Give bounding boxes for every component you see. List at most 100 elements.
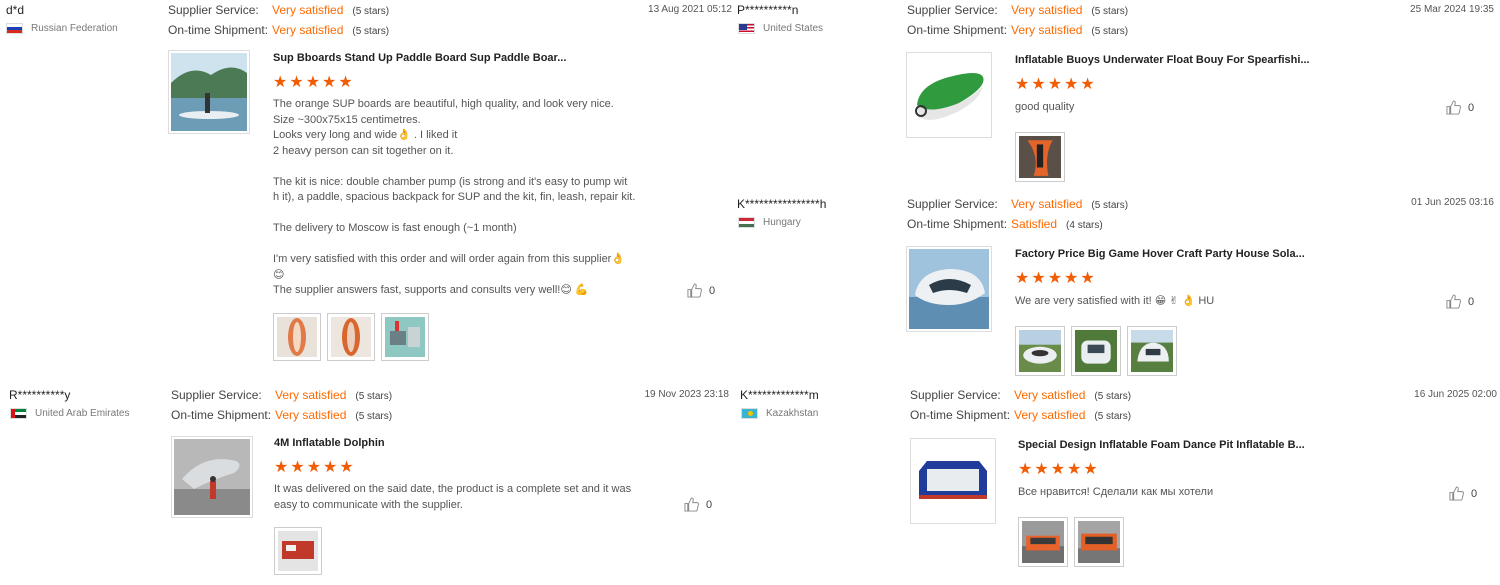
- product-image[interactable]: [906, 52, 992, 138]
- buoy-photo-icon: [909, 55, 989, 135]
- review-date: 16 Jun 2025 02:00: [1414, 389, 1497, 400]
- review-date: 25 Mar 2024 19:35: [1410, 4, 1494, 15]
- supplier-service-stars: (5 stars): [352, 6, 390, 17]
- hungary-flag-icon: [738, 217, 755, 228]
- product-title-link[interactable]: Inflatable Buoys Underwater Float Bouy F…: [1015, 54, 1310, 66]
- review-photo-thumb[interactable]: [1074, 517, 1124, 567]
- thumbs-up-icon: [1446, 100, 1461, 115]
- review-photos: [1015, 326, 1177, 376]
- like-button[interactable]: 0: [1446, 294, 1474, 309]
- supplier-service-value: Very satisfied: [1014, 388, 1086, 402]
- review-text: It was delivered on the said date, the p…: [274, 483, 632, 511]
- star-icon: ★: [339, 459, 354, 476]
- rating-stars: ★ ★ ★ ★ ★: [1018, 462, 1098, 478]
- supplier-service-stars: (5 stars): [1091, 6, 1129, 17]
- buyer-name: P**********n: [737, 3, 799, 17]
- product-image[interactable]: [171, 436, 253, 518]
- rating-stars: ★ ★ ★ ★ ★: [274, 460, 354, 476]
- thumbs-up-icon: [687, 283, 702, 298]
- review-date: 13 Aug 2021 05:12: [648, 4, 732, 15]
- review-photo-thumb[interactable]: [273, 313, 321, 361]
- ontime-shipment-value: Very satisfied: [1014, 408, 1086, 422]
- buyer-country: Kazakhstan: [741, 408, 818, 419]
- ontime-shipment-rating: On-time Shipment: Very satisfied (5 star…: [907, 23, 1128, 37]
- country-name: United States: [763, 23, 824, 34]
- buyer-name: K*************m: [740, 388, 819, 402]
- hovercraft-photo-icon: [1075, 330, 1117, 372]
- like-button[interactable]: 0: [684, 497, 712, 512]
- star-icon: ★: [1031, 270, 1046, 287]
- like-button[interactable]: 0: [687, 283, 715, 298]
- like-button[interactable]: 0: [1449, 486, 1477, 501]
- like-count: 0: [1468, 295, 1475, 308]
- review-text: The orange SUP boards are beautiful, hig…: [273, 98, 636, 296]
- product-image[interactable]: [168, 50, 250, 134]
- star-icon: ★: [289, 74, 304, 91]
- supplier-service-stars: (5 stars): [1094, 391, 1132, 402]
- supplier-service-rating: Supplier Service: Very satisfied (5 star…: [907, 3, 1128, 17]
- review-photo-thumb[interactable]: [381, 313, 429, 361]
- ontime-shipment-stars: (5 stars): [1091, 26, 1129, 37]
- ontime-shipment-label: On-time Shipment:: [907, 23, 1008, 37]
- review-photo-thumb[interactable]: [1015, 132, 1065, 182]
- review-photos: [1015, 132, 1065, 182]
- supplier-service-label: Supplier Service:: [910, 388, 1001, 402]
- ontime-shipment-rating: On-time Shipment: Very satisfied (5 star…: [910, 408, 1131, 422]
- review-photo-thumb[interactable]: [274, 527, 322, 575]
- ontime-shipment-value: Very satisfied: [275, 408, 347, 422]
- star-icon: ★: [1047, 76, 1063, 93]
- foam-pit-photo-icon: [913, 441, 993, 521]
- star-icon: ★: [1031, 76, 1046, 93]
- star-icon: ★: [1015, 76, 1030, 93]
- star-icon: ★: [290, 459, 305, 476]
- buyer-name: d*d: [6, 3, 25, 17]
- star-icon: ★: [1080, 270, 1095, 287]
- product-title-link[interactable]: Sup Bboards Stand Up Paddle Board Sup Pa…: [273, 52, 566, 64]
- hovercraft-house-photo-icon: [909, 249, 989, 329]
- supplier-service-value: Very satisfied: [272, 3, 344, 17]
- foam-pit-photo-icon: [1022, 521, 1064, 563]
- review-date: 01 Jun 2025 03:16: [1411, 197, 1494, 208]
- supplier-service-stars: (5 stars): [355, 391, 393, 402]
- ontime-shipment-stars: (5 stars): [352, 26, 390, 37]
- supplier-service-rating: Supplier Service: Very satisfied (5 star…: [907, 197, 1128, 211]
- supplier-service-value: Very satisfied: [275, 388, 347, 402]
- star-icon: ★: [1080, 76, 1095, 93]
- product-title-link[interactable]: 4M Inflatable Dolphin: [274, 437, 385, 449]
- country-name: Russian Federation: [31, 23, 118, 34]
- foam-pit-photo-icon: [1078, 521, 1120, 563]
- star-icon: ★: [1034, 461, 1049, 478]
- review-text: Все нравится! Сделали как мы хотели: [1018, 486, 1214, 498]
- country-name: Hungary: [763, 217, 801, 228]
- supplier-service-rating: Supplier Service: Very satisfied (5 star…: [910, 388, 1131, 402]
- supplier-service-stars: (5 stars): [1091, 200, 1129, 211]
- star-icon: ★: [1015, 270, 1030, 287]
- like-count: 0: [709, 284, 716, 297]
- ontime-shipment-rating: On-time Shipment: Very satisfied (5 star…: [171, 408, 392, 422]
- product-title-link[interactable]: Factory Price Big Game Hover Craft Party…: [1015, 248, 1305, 260]
- buyer-country: United States: [738, 23, 823, 34]
- review-photo-thumb[interactable]: [1015, 326, 1065, 376]
- star-icon: ★: [1064, 76, 1079, 93]
- product-image[interactable]: [906, 246, 992, 332]
- buyer-name: R**********y: [9, 388, 71, 402]
- product-title-link[interactable]: Special Design Inflatable Foam Dance Pit…: [1018, 439, 1305, 451]
- review-text: We are very satisfied with it! 😁 ✌ 👌 HU: [1015, 295, 1215, 307]
- ontime-shipment-label: On-time Shipment:: [171, 408, 272, 422]
- inflatable-dolphin-photo-icon: [174, 439, 250, 515]
- like-button[interactable]: 0: [1446, 100, 1474, 115]
- review-photo-thumb[interactable]: [1127, 326, 1177, 376]
- review-photo-thumb[interactable]: [327, 313, 375, 361]
- review-date: 19 Nov 2023 23:18: [644, 389, 729, 400]
- product-image[interactable]: [910, 438, 996, 524]
- like-count: 0: [706, 498, 713, 511]
- supplier-service-value: Very satisfied: [1011, 197, 1083, 211]
- rating-stars: ★ ★ ★ ★ ★: [1015, 271, 1095, 287]
- united-states-flag-icon: [738, 23, 755, 34]
- ontime-shipment-label: On-time Shipment:: [168, 23, 269, 37]
- country-name: Kazakhstan: [766, 408, 819, 419]
- ontime-shipment-stars: (5 stars): [355, 411, 393, 422]
- review-photo-thumb[interactable]: [1018, 517, 1068, 567]
- ontime-shipment-value: Very satisfied: [1011, 23, 1083, 37]
- review-photo-thumb[interactable]: [1071, 326, 1121, 376]
